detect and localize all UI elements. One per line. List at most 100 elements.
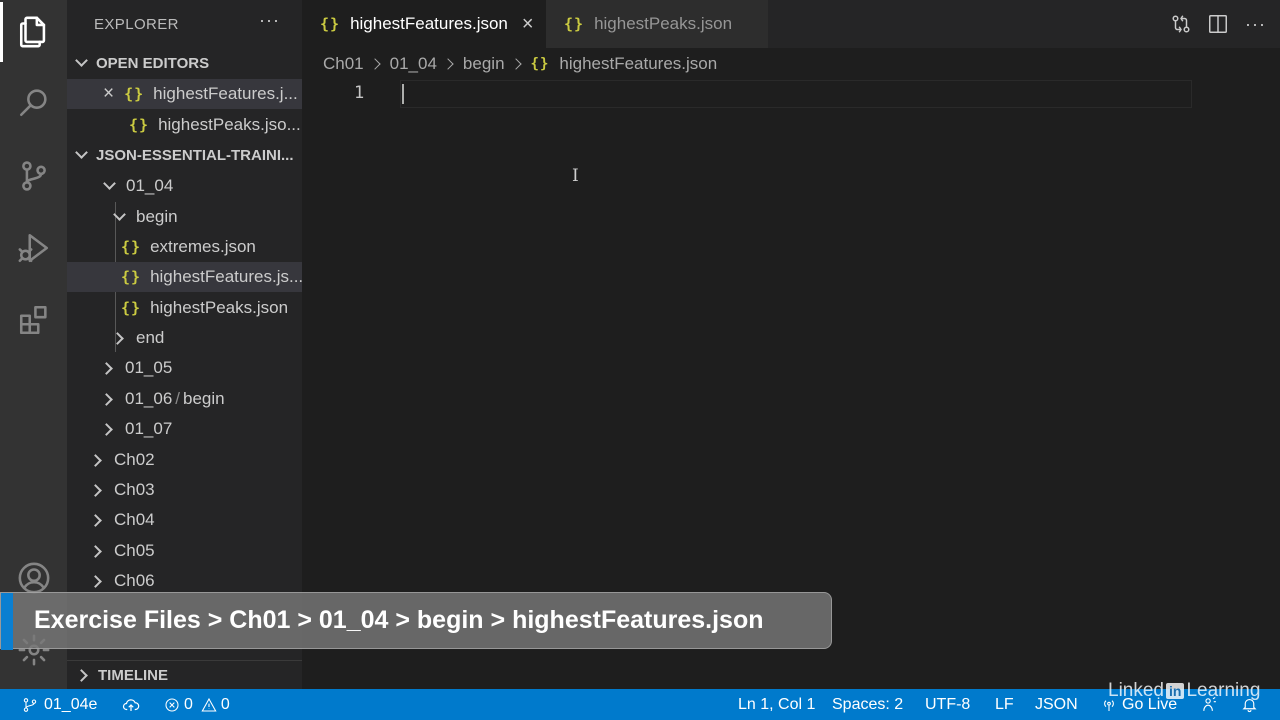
warning-count: 0: [220, 695, 230, 713]
files-icon[interactable]: [0, 2, 67, 62]
folder-label: Ch04: [114, 510, 155, 529]
file-label: highestFeatures.j...: [153, 84, 298, 103]
error-icon: [165, 697, 179, 712]
open-editor-highest-features[interactable]: × {} highestFeatures.j...: [67, 79, 302, 109]
warning-icon: [201, 697, 217, 712]
folder-ch03[interactable]: Ch03: [67, 475, 302, 505]
tab-label: highestPeaks.json: [594, 14, 733, 33]
split-editor-icon[interactable]: [1207, 13, 1229, 35]
status-bar: 01_04e 0 0 Ln 1, Col 1 Spaces: 2 UTF-8 L…: [0, 689, 1280, 720]
extensions-icon[interactable]: [0, 290, 67, 350]
breadcrumb-item[interactable]: begin: [463, 54, 505, 74]
tab-bar: {} highestFeatures.json × {} highestPeak…: [302, 0, 1280, 48]
chevron-down-icon: [103, 177, 116, 190]
chevron-right-icon: [509, 58, 522, 70]
watermark-text: Linked: [1108, 680, 1164, 701]
open-editors-header[interactable]: OPEN EDITORS: [67, 48, 302, 78]
explorer-more-icon[interactable]: ···: [259, 10, 280, 31]
cursor-position[interactable]: Ln 1, Col 1: [738, 689, 815, 720]
file-highest-peaks[interactable]: {} highestPeaks.json: [67, 293, 302, 323]
line-number: 1: [354, 83, 365, 103]
cloud-upload-icon: [122, 698, 140, 711]
encoding[interactable]: UTF-8: [925, 689, 970, 720]
linkedin-logo-icon: in: [1166, 683, 1185, 699]
folder-label: 01_05: [125, 358, 173, 377]
linkedin-learning-watermark: Linked in Learning: [1108, 680, 1260, 702]
folder-01-04[interactable]: 01_04: [67, 171, 302, 201]
folder-label: Ch02: [114, 450, 155, 469]
error-count: 0: [184, 695, 193, 713]
file-highest-features[interactable]: {} highestFeatures.js...: [67, 262, 302, 292]
watermark-text: Learning: [1186, 680, 1261, 701]
json-file-icon: {}: [121, 268, 142, 286]
git-branch-icon: [23, 697, 37, 712]
chevron-right-icon: [442, 58, 454, 70]
folder-label: Ch03: [114, 480, 155, 499]
file-label: extremes.json: [150, 237, 256, 256]
folder-label: begin: [183, 389, 225, 408]
open-editor-highest-peaks[interactable]: {} highestPeaks.jso...: [67, 110, 302, 140]
folder-begin[interactable]: begin: [67, 202, 302, 232]
problems-indicator[interactable]: 0 0: [164, 689, 230, 720]
chevron-right-icon: [89, 483, 102, 497]
folder-01-07[interactable]: 01_07: [67, 414, 302, 444]
chevron-down-icon: [113, 208, 126, 221]
chevron-right-icon: [111, 331, 124, 345]
folder-ch04[interactable]: Ch04: [67, 505, 302, 535]
text-cursor: [402, 84, 404, 104]
breadcrumb-item[interactable]: highestFeatures.json: [559, 54, 717, 74]
folder-end[interactable]: end: [67, 323, 302, 353]
section-label: TIMELINE: [98, 667, 168, 684]
tab-highest-peaks[interactable]: {} highestPeaks.json: [546, 0, 768, 48]
folder-label: 01_04: [126, 176, 174, 195]
indentation[interactable]: Spaces: 2: [832, 689, 903, 720]
folder-01-06[interactable]: 01_06 / begin: [67, 384, 302, 414]
banner-accent: [1, 593, 13, 650]
branch-indicator[interactable]: 01_04e: [22, 689, 97, 720]
explorer-title: EXPLORER: [94, 16, 179, 33]
file-extremes[interactable]: {} extremes.json: [67, 232, 302, 262]
mouse-ibeam-cursor: I: [572, 166, 579, 186]
breadcrumb-item[interactable]: Ch01: [323, 54, 364, 74]
editor-actions: ···: [1155, 0, 1280, 48]
folder-ch02[interactable]: Ch02: [67, 445, 302, 475]
chevron-right-icon: [368, 58, 381, 70]
close-icon[interactable]: ×: [522, 13, 534, 36]
breadcrumb-item[interactable]: 01_04: [390, 54, 437, 74]
close-icon[interactable]: ×: [103, 83, 114, 105]
folder-01-05[interactable]: 01_05: [67, 353, 302, 383]
explorer-sidebar: EXPLORER ··· OPEN EDITORS × {} highestFe…: [67, 0, 302, 689]
run-debug-icon[interactable]: [0, 218, 67, 278]
folder-label: Ch05: [114, 541, 155, 560]
tab-highest-features[interactable]: {} highestFeatures.json ×: [302, 0, 546, 48]
chevron-right-icon: [100, 422, 113, 436]
json-file-icon: {}: [320, 15, 341, 33]
path-separator: /: [175, 389, 181, 408]
end-of-line[interactable]: LF: [995, 689, 1014, 720]
search-icon[interactable]: [0, 72, 67, 132]
banner-text: Exercise Files > Ch01 > 01_04 > begin > …: [34, 606, 764, 634]
compare-changes-icon[interactable]: [1170, 13, 1192, 35]
project-header[interactable]: JSON-ESSENTIAL-TRAINI...: [67, 140, 302, 170]
json-file-icon: {}: [124, 85, 145, 103]
folder-ch05[interactable]: Ch05: [67, 536, 302, 566]
source-control-icon[interactable]: [0, 146, 67, 206]
timeline-header[interactable]: TIMELINE: [67, 660, 302, 689]
folder-label: 01_06: [125, 389, 173, 408]
chevron-right-icon: [89, 544, 102, 558]
chevron-right-icon: [89, 453, 102, 467]
file-label: highestFeatures.js...: [150, 267, 302, 286]
more-actions-icon[interactable]: ···: [1245, 14, 1266, 35]
json-file-icon: {}: [564, 15, 585, 33]
current-line-highlight: [400, 80, 1192, 108]
folder-label: end: [136, 328, 165, 347]
tab-label: highestFeatures.json: [350, 14, 508, 33]
sync-button[interactable]: [122, 689, 140, 720]
section-label: JSON-ESSENTIAL-TRAINI...: [96, 146, 294, 164]
breadcrumb: Ch01 01_04 begin {} highestFeatures.json: [323, 52, 717, 76]
chevron-right-icon: [75, 669, 88, 682]
json-file-icon: {}: [530, 56, 550, 72]
language-mode[interactable]: JSON: [1035, 689, 1078, 720]
chevron-right-icon: [100, 361, 113, 375]
folder-label: begin: [136, 207, 178, 226]
